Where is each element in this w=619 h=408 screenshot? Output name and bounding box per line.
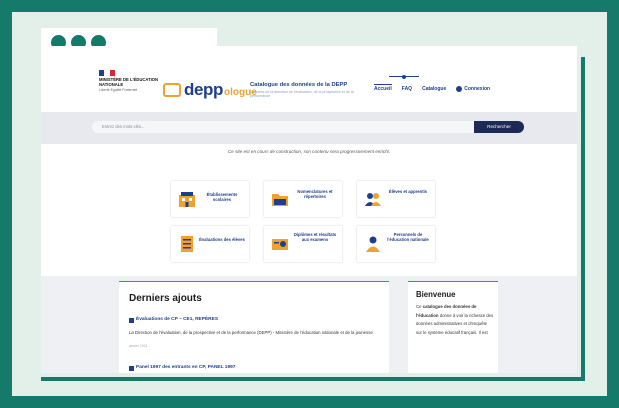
welcome-panel: Bienvenue Ce catalogue des données de l'…: [408, 281, 498, 373]
site-tagline: Données de la direction de l'évaluation,…: [250, 90, 354, 98]
flag-icon: [99, 70, 115, 76]
search-button[interactable]: Rechercher: [474, 121, 524, 133]
school-building-icon: [179, 192, 195, 207]
category-label: Évaluations des élèves: [199, 237, 245, 242]
latest-item-date: janvier 2021: [129, 344, 148, 348]
latest-item-title[interactable]: Évaluations de CP – CE1, REPÈRES: [136, 317, 218, 322]
students-icon: [365, 193, 381, 206]
main-nav: Accueil FAQ Catalogue Connexion: [374, 84, 490, 92]
welcome-title: Bienvenue: [416, 290, 456, 299]
user-icon: [456, 86, 463, 92]
browser-viewport: MINISTÈRE DE L'ÉDUCATION NATIONALE Liber…: [41, 46, 577, 373]
nav-catalogue[interactable]: Catalogue: [422, 86, 446, 92]
nav-login[interactable]: Connexion: [456, 86, 490, 92]
category-card-nomenclatures[interactable]: Nomenclatures et répertoires: [264, 181, 342, 217]
category-label: Élèves et apprentis: [388, 189, 428, 194]
checklist-icon: [181, 236, 193, 252]
category-card-evaluations[interactable]: Évaluations des élèves: [171, 226, 249, 262]
ministry-motto: Liberté Égalité Fraternité: [99, 88, 138, 93]
search-input[interactable]: Entrez des mots-clés...: [92, 121, 474, 133]
welcome-text: Ce catalogue des données de l'éducation …: [416, 303, 494, 337]
staff-icon: [366, 236, 380, 252]
category-label: Établissements scolaires: [206, 192, 238, 202]
latest-title: Derniers ajouts: [129, 293, 202, 304]
latest-item-description: La Direction de l'évaluation, de la pros…: [129, 330, 373, 335]
nav-indicator: [389, 74, 419, 79]
construction-notice: Ce site est en cours de construction, so…: [227, 149, 391, 154]
category-label: Diplômes et résultats aux examens: [293, 232, 337, 242]
depp-logo[interactable]: depp ologue: [163, 80, 257, 100]
folder-icon: [272, 194, 288, 206]
nav-faq[interactable]: FAQ: [402, 86, 412, 92]
category-label: Personnels de l'éducation nationale: [387, 232, 429, 242]
logo-depp-text: depp: [184, 80, 224, 99]
site-header: MINISTÈRE DE L'ÉDUCATION NATIONALE Liber…: [41, 46, 577, 112]
welcome-text-start: Ce: [416, 304, 423, 309]
category-card-establishments[interactable]: Établissements scolaires: [171, 181, 249, 217]
category-card-students[interactable]: Élèves et apprentis: [357, 181, 435, 217]
category-card-staff[interactable]: Personnels de l'éducation nationale: [357, 226, 435, 262]
category-label: Nomenclatures et répertoires: [297, 189, 333, 199]
ministry-name: MINISTÈRE DE L'ÉDUCATION NATIONALE: [99, 77, 159, 87]
dataset-icon: [129, 318, 134, 323]
nav-home[interactable]: Accueil: [374, 84, 392, 92]
diploma-icon: [272, 239, 288, 250]
site-title: Catalogue des données de la DEPP: [250, 82, 348, 88]
latest-additions-panel: Derniers ajouts Évaluations de CP – CE1,…: [119, 281, 389, 373]
dataset-icon: [129, 366, 134, 371]
ministry-label: MINISTÈRE DE L'ÉDUCATION NATIONALE Liber…: [99, 77, 161, 93]
nav-login-label: Connexion: [464, 86, 491, 92]
category-card-diplomas[interactable]: Diplômes et résultats aux examens: [264, 226, 342, 262]
logo-icon: [163, 83, 181, 97]
latest-item-title[interactable]: Panel 1997 des entrants en CP, PANEL 199…: [136, 365, 235, 370]
